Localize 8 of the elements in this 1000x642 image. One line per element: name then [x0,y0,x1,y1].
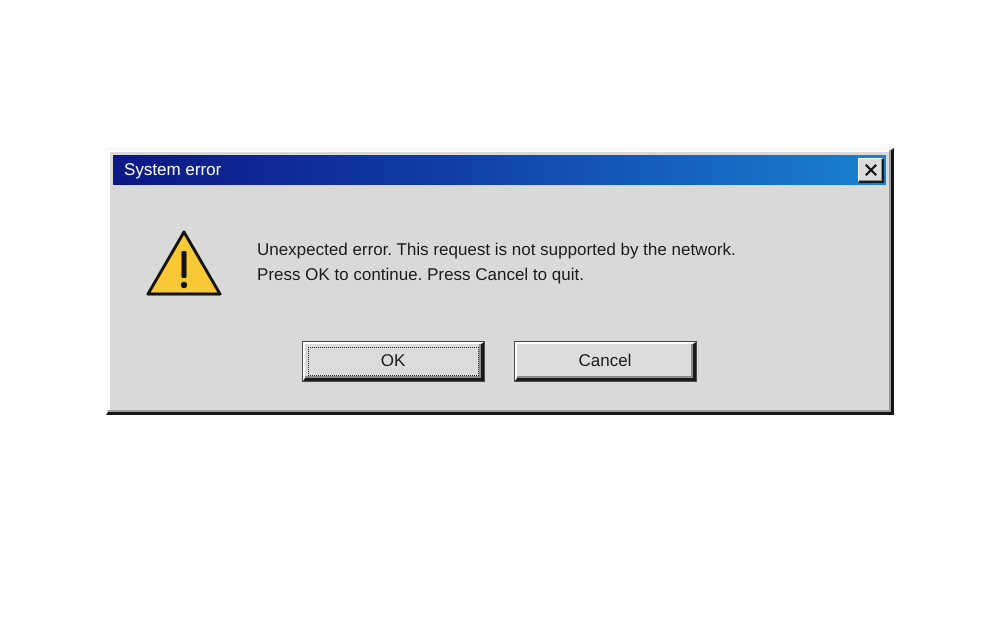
window-title: System error [124,160,222,180]
close-button[interactable] [858,158,884,182]
message-text: Unexpected error. This request is not supported by the network. [257,239,736,261]
ok-button[interactable]: OK [303,342,484,381]
warning-icon [145,229,223,297]
cancel-button[interactable]: Cancel [515,342,696,381]
message-text: Press OK to continue. Press Cancel to quit. [257,264,585,286]
close-icon [864,164,876,176]
